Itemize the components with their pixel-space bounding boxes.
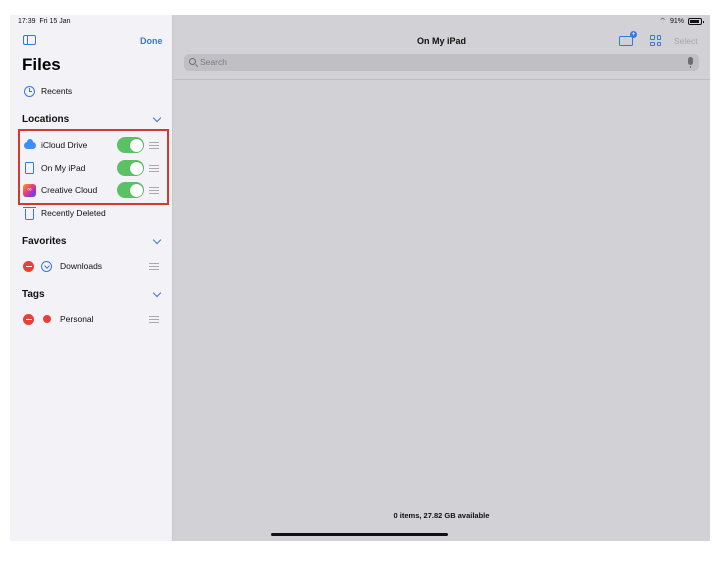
sidebar-item-personal[interactable]: Personal (10, 309, 173, 329)
sidebar-item-recents[interactable]: Recents (10, 81, 173, 101)
sidebar-item-label: On My iPad (41, 163, 86, 173)
battery-percentage: 91% (669, 18, 684, 25)
sidebar-item-on-my-ipad[interactable]: On My iPad (10, 158, 173, 178)
divider (173, 79, 710, 80)
wifi-icon: ⌔ (659, 18, 666, 25)
sidebar-item-downloads[interactable]: Downloads (10, 256, 173, 276)
ipad-icon (23, 162, 36, 175)
page-title: Files (22, 55, 61, 74)
creative-cloud-icon: ∞ (23, 183, 36, 197)
chevron-down-icon[interactable] (152, 288, 162, 298)
sidebar-item-label: Recently Deleted (41, 208, 106, 218)
favorites-heading: Favorites (22, 236, 67, 247)
chevron-down-icon[interactable] (152, 113, 162, 123)
sidebar-item-recently-deleted[interactable]: Recently Deleted (10, 203, 173, 223)
on-my-ipad-toggle[interactable] (117, 160, 144, 176)
status-indicators: ⌔ 91% (659, 17, 704, 26)
reorder-grip-icon[interactable] (149, 315, 159, 323)
sidebar-item-label: iCloud Drive (41, 140, 88, 150)
main-content: ⌔ 91% On My iPad Select Search 0 items, … (173, 15, 710, 541)
locations-heading: Locations (22, 114, 70, 125)
new-folder-icon[interactable] (619, 31, 637, 46)
chevron-down-icon[interactable] (152, 235, 162, 245)
reorder-grip-icon[interactable] (149, 164, 159, 172)
reorder-grip-icon[interactable] (149, 262, 159, 270)
sidebar-item-label: Recents (41, 86, 73, 96)
tag-dot-icon (40, 313, 53, 326)
trash-icon (23, 206, 36, 220)
grid-view-icon[interactable] (650, 35, 661, 46)
download-icon (40, 260, 53, 273)
done-button[interactable]: Done (140, 36, 163, 46)
sidebar: 17:39 Fri 15 Jan Done Files Recents Loca… (10, 15, 173, 541)
sidebar-item-label: Personal (60, 314, 94, 324)
icloud-drive-toggle[interactable] (117, 137, 144, 153)
sidebar-item-label: Creative Cloud (41, 185, 98, 195)
search-input[interactable]: Search (184, 54, 699, 71)
status-time: 17:39 Fri 15 Jan (18, 18, 71, 25)
remove-icon[interactable] (23, 260, 34, 272)
ipad-screen: 17:39 Fri 15 Jan Done Files Recents Loca… (10, 15, 710, 541)
microphone-icon[interactable] (688, 57, 693, 68)
select-button[interactable]: Select (674, 36, 698, 46)
sidebar-item-creative-cloud[interactable]: ∞ Creative Cloud (10, 180, 173, 200)
search-icon (189, 58, 196, 65)
reorder-grip-icon[interactable] (149, 141, 159, 149)
tags-heading: Tags (22, 289, 45, 300)
home-indicator[interactable] (271, 533, 448, 536)
creative-cloud-toggle[interactable] (117, 182, 144, 198)
sidebar-item-icloud-drive[interactable]: iCloud Drive (10, 135, 173, 155)
storage-status: 0 items, 27.82 GB available (393, 511, 490, 520)
icloud-icon (23, 138, 36, 152)
battery-icon (688, 18, 704, 25)
sidebar-item-label: Downloads (60, 261, 103, 271)
sidebar-toggle-icon[interactable] (23, 35, 36, 45)
clock-icon (23, 85, 36, 98)
remove-icon[interactable] (23, 313, 34, 325)
reorder-grip-icon[interactable] (149, 186, 159, 194)
search-placeholder: Search (200, 57, 227, 67)
